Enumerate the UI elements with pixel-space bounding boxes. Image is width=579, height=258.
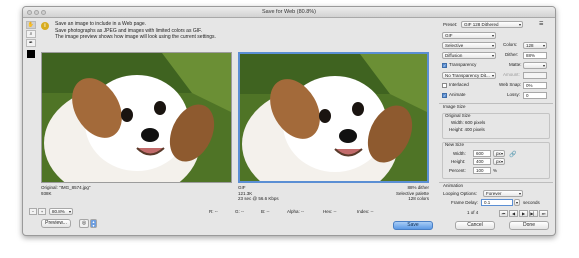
link-chain-icon[interactable]: 🔗 <box>509 151 516 158</box>
previous-frame-icon[interactable]: ◀ <box>509 210 518 217</box>
readout-r: R: -- <box>209 209 218 214</box>
percent-label: Percent: <box>449 168 466 173</box>
readout-alpha: Alpha: -- <box>287 209 305 214</box>
browser-icon[interactable]: ◎ <box>79 219 89 228</box>
readout-g: G: -- <box>235 209 244 214</box>
amount-field[interactable] <box>523 72 547 79</box>
transparency-dither-select[interactable]: No Transparency Dit... <box>442 72 496 79</box>
interlaced-label: Interlaced <box>449 82 469 87</box>
optimized-colors: 128 colors <box>408 196 429 201</box>
frame-delay-select[interactable] <box>514 199 520 206</box>
original-width: Width: 600 pixels <box>451 120 486 125</box>
original-filesize: 938K <box>41 190 52 196</box>
original-height: Height: 400 pixels <box>449 127 485 132</box>
optimized-preview[interactable] <box>238 52 429 183</box>
title-bar: Save for Web (80.8%) <box>23 7 555 18</box>
preset-select[interactable]: GIF 128 Dithered <box>461 21 523 28</box>
save-for-web-window: Save for Web (80.8%) ✋ ⌕ ✒ i Save an ima… <box>22 6 556 236</box>
new-size-heading: New Size <box>445 142 465 147</box>
matte-select[interactable] <box>523 62 547 69</box>
width-unit-select[interactable]: px <box>493 150 505 157</box>
tool-palette: ✋ ⌕ ✒ <box>26 21 37 61</box>
original-size-heading: Original Size <box>445 113 471 118</box>
minimize-window-button[interactable] <box>34 10 39 15</box>
format-select[interactable]: GIF <box>442 32 496 39</box>
percent-field[interactable]: 100 <box>473 167 491 174</box>
zoom-window-button[interactable] <box>41 10 46 15</box>
info-line-3: The image preview shows how image will l… <box>55 34 216 40</box>
animation-controls: 1 of 4 ⏮ ◀ ▶ ▶▏ ⏭ <box>457 210 553 218</box>
zoom-level-select[interactable]: 80.8% <box>49 208 73 215</box>
image-size-heading: Image Size <box>443 104 466 109</box>
dog-photo-optimized <box>240 54 427 181</box>
browser-select-stepper-icon[interactable]: ▴ ▾ <box>90 219 97 228</box>
zoom-out-icon[interactable]: − <box>29 208 37 215</box>
animate-label: Animate <box>449 92 466 97</box>
width-label: Width: <box>453 151 466 156</box>
web-snap-field[interactable]: 0% <box>523 82 547 89</box>
frame-delay-label: Frame Delay: <box>451 200 479 205</box>
frame-delay-field[interactable]: 0.1 <box>481 199 513 206</box>
transparency-checkbox[interactable]: ✓ <box>442 63 447 68</box>
lossy-field[interactable]: 0 <box>523 92 547 99</box>
dither-field[interactable]: 88% <box>523 52 547 59</box>
color-reduction-select[interactable]: Selective <box>442 42 496 49</box>
height-label: Height: <box>451 159 466 164</box>
transparency-label: Transparency <box>449 62 477 67</box>
frame-delay-unit: seconds <box>523 200 540 205</box>
looping-options-label: Looping Options: <box>443 191 478 196</box>
zoom-in-icon[interactable]: + <box>38 208 46 215</box>
first-frame-icon[interactable]: ⏮ <box>499 210 508 217</box>
optimized-caption: GIF 121.3K 23 sec @ 56.6 Kbps 88% dither… <box>238 185 429 202</box>
colors-label: Colors: <box>503 42 518 47</box>
info-icon: i <box>41 22 49 30</box>
dither-label: Dither: <box>505 52 519 57</box>
eyedropper-color-swatch[interactable] <box>27 50 35 58</box>
matte-label: Matte: <box>509 62 522 67</box>
eyedropper-tool-icon[interactable]: ✒ <box>26 39 36 47</box>
interlaced-checkbox[interactable] <box>442 83 447 88</box>
looping-options-select[interactable]: Forever <box>483 190 523 197</box>
amount-label: Amount: <box>503 72 520 77</box>
dog-photo-original <box>42 53 231 182</box>
preview-button[interactable]: Preview... <box>41 219 71 228</box>
status-bar: − + 80.8% R: -- G: -- B: -- Alpha: -- He… <box>23 207 443 217</box>
window-title: Save for Web (80.8%) <box>261 9 316 15</box>
zoom-tool-icon[interactable]: ⌕ <box>26 30 36 38</box>
readout-index: Index: -- <box>357 209 374 214</box>
frame-counter: 1 of 4 <box>467 210 479 215</box>
panel-menu-icon[interactable]: ☰ <box>539 21 543 27</box>
animate-checkbox[interactable]: ✓ <box>442 93 447 98</box>
original-preview[interactable] <box>41 52 232 183</box>
last-frame-icon[interactable]: ⏭ <box>539 210 548 217</box>
web-snap-label: Web Snap: <box>499 82 522 87</box>
next-frame-icon[interactable]: ▶▏ <box>529 210 538 217</box>
readout-b: B: -- <box>261 209 270 214</box>
animation-heading: Animation <box>443 183 464 188</box>
preset-label: Preset: <box>443 22 458 27</box>
percent-unit: % <box>493 168 498 173</box>
dither-algorithm-select[interactable]: Diffusion <box>442 52 496 59</box>
readout-hex: Hex: -- <box>323 209 337 214</box>
play-icon[interactable]: ▶ <box>519 210 528 217</box>
settings-panel: Preset: GIF 128 Dithered ☰ GIF Selective… <box>439 20 553 224</box>
close-window-button[interactable] <box>27 10 32 15</box>
hand-tool-icon[interactable]: ✋ <box>26 21 36 29</box>
info-message: i Save an image to include in a Web page… <box>41 21 433 49</box>
height-field[interactable]: 400 <box>473 158 491 165</box>
width-field[interactable]: 600 <box>473 150 491 157</box>
lossy-label: Lossy: <box>507 92 521 97</box>
original-caption: Original: "IMG_8574.jpg" 938K <box>41 185 232 196</box>
save-button[interactable]: Save <box>393 221 433 230</box>
colors-select[interactable]: 128 <box>523 42 547 49</box>
height-unit-select[interactable]: px <box>493 158 505 165</box>
